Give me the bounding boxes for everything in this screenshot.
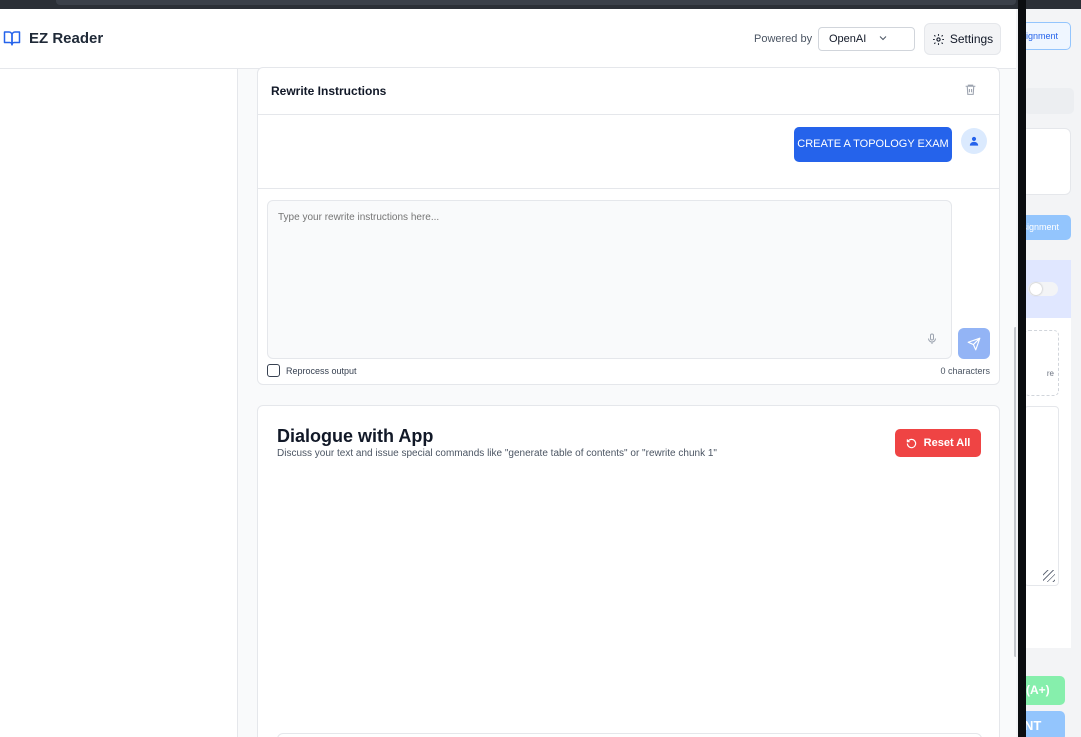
rewrite-message-list: CREATE A TOPOLOGY EXAM <box>258 115 999 189</box>
reset-all-button[interactable]: Reset All <box>895 429 981 457</box>
reprocess-checkbox[interactable] <box>267 364 280 377</box>
browser-top-strip <box>0 0 1081 9</box>
settings-label: Settings <box>949 32 994 46</box>
left-sidebar <box>0 69 238 737</box>
dialogue-card: Dialogue with App Discuss your text and … <box>257 405 1000 737</box>
powered-by-label: Powered by <box>754 33 813 45</box>
reset-all-label: Reset All <box>923 437 971 449</box>
gear-icon <box>932 33 944 45</box>
book-open-icon <box>3 29 21 47</box>
dialogue-subtitle: Discuss your text and issue special comm… <box>277 448 717 459</box>
bg-assignment-button-2[interactable]: Assignment <box>1020 215 1071 240</box>
scrollbar[interactable] <box>1014 327 1016 657</box>
dialogue-input[interactable] <box>277 733 982 737</box>
main-content: Rewrite Instructions CREATE A TOPOLOGY E… <box>238 67 1016 737</box>
settings-button[interactable]: Settings <box>924 23 1001 55</box>
user-icon <box>969 136 979 146</box>
reprocess-label: Reprocess output <box>286 365 357 376</box>
provider-selected-value: OpenAI <box>829 33 867 45</box>
send-button[interactable] <box>958 328 990 359</box>
resize-handle-icon[interactable] <box>1043 570 1055 582</box>
app-header: EZ Reader Powered by OpenAI Settings <box>0 9 1016 69</box>
reset-icon <box>906 438 916 448</box>
bg-grade-button[interactable]: (A+) <box>1020 676 1065 705</box>
ez-reader-window: EZ Reader Powered by OpenAI Settings Rew… <box>0 9 1016 737</box>
rewrite-instructions-card: Rewrite Instructions CREATE A TOPOLOGY E… <box>257 67 1000 385</box>
user-message-bubble: CREATE A TOPOLOGY EXAM <box>794 127 952 162</box>
avatar <box>961 128 987 154</box>
reprocess-option[interactable]: Reprocess output <box>267 364 357 377</box>
window-divider <box>1018 0 1026 737</box>
bg-assignment-button[interactable]: Assignment <box>1022 22 1071 50</box>
chevron-down-icon <box>879 36 887 41</box>
microphone-icon[interactable] <box>926 332 938 346</box>
app-title: EZ Reader <box>29 29 104 47</box>
bg-gray-field <box>1024 88 1074 114</box>
bg-submit-button[interactable]: NT <box>1020 711 1065 737</box>
bg-card <box>1020 128 1071 195</box>
rewrite-title: Rewrite Instructions <box>271 84 387 98</box>
browser-url-bar[interactable] <box>56 0 1016 5</box>
bg-toggle[interactable] <box>1028 282 1058 296</box>
brand[interactable]: EZ Reader <box>3 29 103 47</box>
bg-textarea[interactable] <box>1024 406 1059 586</box>
rewrite-header: Rewrite Instructions <box>258 68 999 115</box>
dialogue-title: Dialogue with App <box>277 426 434 446</box>
trash-icon[interactable] <box>964 83 977 96</box>
send-icon <box>967 337 981 350</box>
rewrite-instructions-input[interactable] <box>267 200 952 359</box>
character-count: 0 characters <box>940 366 990 376</box>
bg-dropzone[interactable]: re <box>1024 330 1059 396</box>
provider-select[interactable]: OpenAI <box>818 27 915 51</box>
